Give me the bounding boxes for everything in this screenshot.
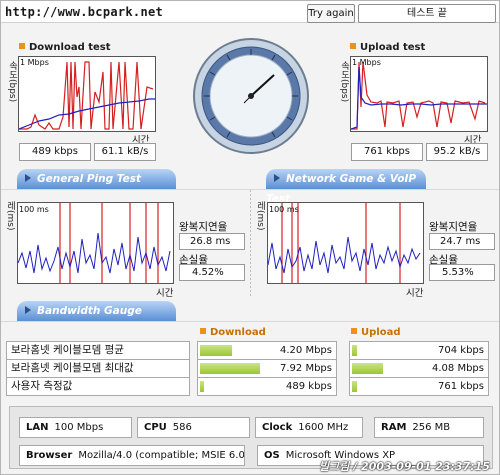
game-rtt-value: 24.7 ms — [429, 233, 495, 250]
orange-bullet-icon — [19, 43, 25, 49]
sys-browser-label: Browser — [26, 450, 73, 461]
sys-clock: Clock 1600 MHz — [255, 417, 363, 438]
gauge-download-value: 489 kbps — [286, 381, 332, 392]
section-bandwidth-gauge: Bandwidth Gauge — [17, 301, 176, 321]
game-graph-lines — [267, 203, 421, 283]
ping-graph-lines — [17, 203, 171, 283]
upload-title-text: Upload test — [360, 42, 426, 53]
sys-cpu-label: CPU — [144, 422, 167, 433]
gauge-upload-bar: 704 kbps — [349, 341, 489, 360]
sys-ram-label: RAM — [381, 422, 407, 433]
gauge-upload-header: Upload — [351, 327, 400, 338]
sys-ram-value: 256 MB — [412, 422, 451, 433]
sys-os-label: OS — [264, 450, 280, 461]
download-title-text: Download test — [29, 42, 111, 53]
upload-title: Upload test — [350, 42, 425, 53]
gauge-upload-fill — [352, 363, 383, 374]
arrow-right-icon — [25, 174, 31, 182]
download-graph-lines — [18, 61, 155, 130]
orange-bullet-icon — [200, 328, 206, 334]
section-network-game: Network Game & VoIP Test — [266, 169, 426, 205]
gauge-download-bar: 4.20 Mbps — [197, 341, 337, 360]
ping-rtt-value: 26.8 ms — [179, 233, 245, 250]
sys-browser: Browser Mozilla/4.0 (compatible; MSIE 6.0 — [19, 445, 245, 466]
game-loss-value: 5.53% — [429, 264, 495, 281]
gauge-download-bar: 489 kbps — [197, 377, 337, 396]
game-xlabel: 시간 — [406, 288, 424, 299]
gauge-upload-bar: 761 kbps — [349, 377, 489, 396]
sys-clock-label: Clock — [262, 422, 293, 433]
speed-test-panel: http://www.bcpark.net Try again 테스트 끝 Do… — [0, 0, 500, 475]
sys-lan-label: LAN — [26, 422, 49, 433]
divider — [1, 321, 499, 322]
ping-scale: 100 ms — [19, 205, 49, 214]
game-graph — [267, 202, 424, 284]
sys-cpu: CPU 586 — [137, 417, 250, 438]
gauge-download-fill — [200, 363, 260, 374]
ping-xlabel: 시간 — [156, 288, 174, 299]
upload-graph — [350, 56, 488, 132]
gauge-upload-value: 704 kbps — [438, 345, 484, 356]
sys-ram: RAM 256 MB — [374, 417, 484, 438]
gauge-row-label: 사용자 측정값 — [6, 377, 190, 396]
ping-graph — [17, 202, 174, 284]
gauge-upload-value: 761 kbps — [438, 381, 484, 392]
gauge-download-fill — [200, 381, 204, 392]
orange-bullet-icon — [350, 43, 356, 49]
gauge-download-bar: 7.92 Mbps — [197, 359, 337, 378]
gauge-download-value: 4.20 Mbps — [280, 345, 332, 356]
sys-lan-value: 100 Mbps — [54, 422, 104, 433]
gauge-upload-value: 4.08 Mbps — [432, 363, 484, 374]
sys-browser-value: Mozilla/4.0 (compatible; MSIE 6.0 — [78, 450, 245, 461]
download-scale: 1 Mbps — [20, 58, 49, 67]
game-rtt-label: 왕복지연율 — [429, 221, 478, 233]
sys-cpu-value: 586 — [172, 422, 192, 433]
download-title: Download test — [19, 42, 111, 53]
try-again-button[interactable]: Try again — [307, 4, 355, 23]
gauge-row-label: 보라홈넷 케이블모뎀 최대값 — [6, 359, 190, 378]
upload-graph-lines — [350, 61, 487, 130]
game-ylabel: 레(ms) — [255, 201, 265, 231]
upload-speed-kbps: 761 kbps — [351, 143, 423, 161]
upload-speed-kbs: 95.2 kB/s — [426, 143, 488, 161]
gauge-upload-fill — [352, 381, 357, 392]
orange-bullet-icon — [351, 328, 357, 334]
section-general-ping: General Ping Test — [17, 169, 176, 189]
speedometer-gauge — [193, 38, 309, 154]
section-ping-label: General Ping Test — [37, 173, 141, 185]
download-speed-kbs: 61.1 kB/s — [94, 143, 156, 161]
site-url: http://www.bcpark.net — [5, 5, 164, 19]
gauge-row-label: 보라홈넷 케이블모뎀 평균 — [6, 341, 190, 360]
gauge-upload-fill — [352, 345, 357, 356]
gauge-download-value: 7.92 Mbps — [280, 363, 332, 374]
gauge-download-header-text: Download — [210, 327, 266, 338]
game-scale: 100 ms — [269, 205, 299, 214]
download-speed-kbps: 489 kbps — [19, 143, 91, 161]
gauge-upload-bar: 4.08 Mbps — [349, 359, 489, 378]
footer-stamp: 빌그림 / 2003-09-01 23:37:15 — [319, 460, 490, 473]
upload-scale: 1 Mbps — [352, 58, 381, 67]
gauge-download-header: Download — [200, 327, 266, 338]
arrow-right-icon — [274, 174, 280, 182]
test-done-field: 테스트 끝 — [358, 4, 496, 23]
section-bandwidth-label: Bandwidth Gauge — [37, 305, 142, 317]
gauge-upload-header-text: Upload — [361, 327, 401, 338]
ping-loss-value: 4.52% — [179, 264, 245, 281]
vertical-divider — [250, 190, 251, 298]
ping-rtt-label: 왕복지연율 — [179, 221, 228, 233]
sys-lan: LAN 100 Mbps — [19, 417, 132, 438]
gauge-download-fill — [200, 345, 232, 356]
arrow-right-icon — [25, 306, 31, 314]
sys-clock-value: 1600 MHz — [298, 422, 349, 433]
download-graph — [18, 56, 156, 132]
ping-ylabel: 레(ms) — [5, 201, 15, 231]
